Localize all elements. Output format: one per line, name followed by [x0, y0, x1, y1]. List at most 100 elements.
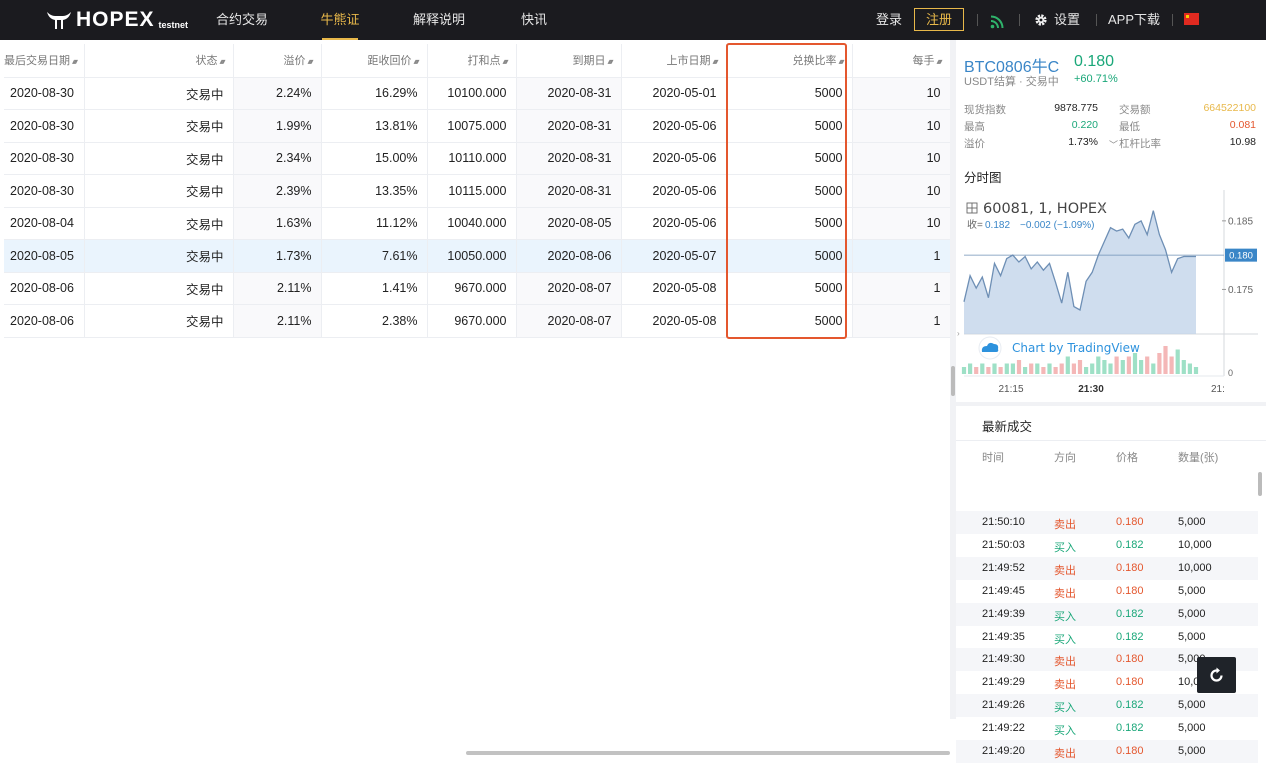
volume-bar — [968, 363, 973, 374]
table-cell: 2020-08-30 — [4, 109, 85, 143]
table-row[interactable]: 2020-08-30 交易中 1.99% 13.81% 10075.000 2020-08… — [4, 109, 951, 143]
column-header-label: 上市日期 — [666, 55, 711, 68]
trade-side: 卖出 — [1054, 519, 1076, 531]
sort-icon[interactable]: ▴▾ — [219, 57, 225, 66]
collapse-arrow-icon[interactable]: › — [957, 329, 960, 338]
trade-price: 0.182 — [1116, 538, 1144, 551]
table-cell: 1.63% — [233, 207, 322, 240]
column-header[interactable]: 打和点 ▴▾ — [427, 44, 517, 78]
login-link[interactable]: 登录 — [876, 0, 902, 40]
nav-cbbc[interactable]: 牛熊证 — [319, 0, 361, 40]
chart-symbol[interactable]: 60081, 1, HOPEX — [983, 201, 1107, 217]
stat-label: 最低 — [1119, 121, 1140, 133]
tradingview-watermark: Chart by TradingView — [1012, 341, 1140, 355]
sort-icon[interactable]: ▴▾ — [712, 57, 718, 66]
table-cell: 2.39% — [233, 174, 322, 208]
nav-separator — [1172, 14, 1173, 26]
column-header-label: 状态 — [195, 55, 218, 68]
volume-bar — [1096, 356, 1101, 374]
table-cell: 1.99% — [233, 109, 322, 143]
volume-bar — [1157, 353, 1162, 374]
volume-bar — [1035, 363, 1040, 374]
table-cell: 5000 — [726, 77, 853, 110]
table-cell: 10 — [852, 142, 951, 175]
nav-explanation[interactable]: 解释说明 — [413, 0, 465, 40]
trade-qty: 10,000 — [1178, 538, 1212, 551]
sort-icon[interactable]: ▴▾ — [307, 57, 313, 66]
table-cell: 16.29% — [321, 77, 428, 110]
table-cell: 2.34% — [233, 142, 322, 175]
sort-icon[interactable]: ▴▾ — [936, 57, 942, 66]
sort-icon[interactable]: ▴▾ — [413, 57, 419, 66]
table-cell: 2020-05-06 — [621, 207, 727, 240]
settings-label: 设置 — [1054, 12, 1081, 27]
table-cell: 1 — [852, 304, 951, 338]
refresh-icon — [1210, 667, 1223, 682]
trades-header-side: 方向 — [1054, 452, 1076, 464]
nav-separator — [1019, 14, 1020, 26]
china-flag-icon[interactable] — [1184, 13, 1199, 25]
stat-label: 溢价 — [964, 138, 985, 150]
column-header[interactable]: 距收回价 ▴▾ — [321, 44, 428, 78]
price-chart[interactable]: 0.180 0.185 0.175 0 21:15 21:30 21: 6008… — [956, 186, 1266, 400]
table-cell: 2020-08-06 — [516, 239, 622, 273]
horizontal-scrollbar[interactable] — [466, 751, 950, 755]
y-tick-label: 0.175 — [1228, 285, 1253, 296]
sort-icon[interactable]: ▴▾ — [607, 57, 613, 66]
column-header[interactable]: 状态 ▴▾ — [84, 44, 234, 78]
nav-contract-trading[interactable]: 合约交易 — [216, 0, 268, 40]
table-row[interactable]: 2020-08-30 交易中 2.39% 13.35% 10115.000 2020-08… — [4, 174, 951, 208]
sort-icon[interactable]: ▴▾ — [72, 57, 78, 66]
refresh-button[interactable] — [1197, 657, 1236, 693]
trade-side: 卖出 — [1054, 656, 1076, 669]
volume-bar — [1016, 360, 1022, 374]
sort-icon[interactable]: ▴▾ — [502, 57, 508, 66]
volume-bar — [1132, 353, 1138, 374]
column-header[interactable]: 最后交易日期 ▴▾ — [4, 44, 85, 78]
cbbc-list-area: 最后交易日期 ▴▾ 状态 ▴▾ 溢价 ▴▾ 距收回价 ▴▾ 打和点 ▴▾ 到期日 ▴▾ 上市日期 ▴▾ 兑换… — [0, 40, 951, 755]
sort-icon[interactable]: ▴▾ — [838, 57, 844, 66]
trade-row: 21:50:10 卖出 0.180 5,000 — [956, 511, 1258, 534]
stat-value: 0.081 — [1229, 119, 1256, 131]
table-row[interactable]: 2020-08-04 交易中 1.63% 11.12% 10040.000 2020-08… — [4, 207, 951, 240]
table-row[interactable]: 2020-08-30 交易中 2.24% 16.29% 10100.000 2020-08… — [4, 77, 951, 110]
trade-price: 0.180 — [1116, 584, 1144, 597]
trade-qty: 5,000 — [1178, 745, 1206, 757]
table-row[interactable]: 2020-08-06 交易中 2.11% 2.38% 9670.000 2020-08-0… — [4, 304, 951, 338]
table-cell: 10100.000 — [427, 77, 517, 110]
table-cell: 5000 — [726, 304, 853, 338]
trade-side: 买入 — [1054, 633, 1076, 646]
table-cell: 2020-08-30 — [4, 174, 85, 208]
volume-bar — [1084, 367, 1089, 374]
app-download-link[interactable]: APP下载 — [1108, 0, 1160, 40]
table-row[interactable]: 2020-08-30 交易中 2.34% 15.00% 10110.000 2020-08… — [4, 142, 951, 175]
trade-price: 0.182 — [1116, 722, 1144, 735]
logo[interactable]: HOPEX testnet — [46, 8, 188, 32]
volume-bar — [1108, 363, 1113, 374]
trade-row: 21:49:22 买入 0.182 5,000 — [956, 717, 1258, 740]
trade-qty: 5,000 — [1178, 516, 1206, 528]
symbol-dropdown-icon[interactable]: ▾ — [1100, 203, 1105, 213]
table-row[interactable]: 2020-08-05 交易中 1.73% 7.61% 10050.000 2020-08-… — [4, 239, 951, 273]
table-cell: 2020-08-05 — [4, 239, 85, 273]
volume-bar — [1077, 360, 1083, 374]
trade-qty: 5,000 — [1178, 699, 1206, 712]
nav-news[interactable]: 快讯 — [520, 0, 548, 40]
table-cell: 5000 — [726, 109, 853, 143]
column-header[interactable]: 到期日 ▴▾ — [516, 44, 622, 78]
column-header[interactable]: 溢价 ▴▾ — [233, 44, 322, 78]
rss-icon[interactable] — [990, 1, 1004, 41]
column-header[interactable]: 每手 ▴▾ — [852, 44, 951, 78]
volume-bar — [974, 367, 979, 374]
table-cell: 13.81% — [321, 109, 428, 143]
register-button[interactable]: 注册 — [914, 8, 964, 31]
panel-resize-handle[interactable] — [951, 366, 955, 396]
bull-logo-icon — [47, 12, 71, 29]
column-header[interactable]: 上市日期 ▴▾ — [621, 44, 727, 78]
table-row[interactable]: 2020-08-06 交易中 2.11% 1.41% 9670.000 2020-08-0… — [4, 272, 951, 305]
column-header[interactable]: 兑换比率 ▴▾ — [726, 44, 853, 78]
trades-scrollbar[interactable] — [1258, 472, 1262, 496]
table-cell: 交易中 — [84, 174, 234, 208]
settings-button[interactable]: 设置 — [1034, 0, 1080, 40]
chevron-down-icon[interactable]: ﹀ — [1109, 138, 1118, 151]
